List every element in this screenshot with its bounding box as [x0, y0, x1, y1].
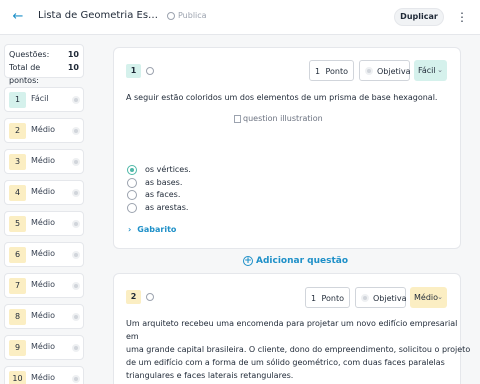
- plus-circle-icon: +: [243, 256, 253, 266]
- add-question-button[interactable]: + Adicionar questão: [243, 256, 348, 266]
- answer-option-text: os vértices.: [145, 165, 191, 174]
- radio-icon: [365, 67, 373, 75]
- question-number-badge: 4: [9, 185, 26, 201]
- radio-icon[interactable]: [127, 203, 137, 213]
- question-list-item[interactable]: 2 Médio: [4, 118, 84, 143]
- question-stem: A seguir estão coloridos um dos elemento…: [126, 93, 438, 102]
- question-list-item[interactable]: 8 Médio: [4, 304, 84, 329]
- total-points-label: Total de pontos:: [9, 63, 41, 85]
- points-field[interactable]: 1 Ponto: [309, 60, 354, 81]
- question-difficulty: Médio: [31, 342, 56, 351]
- difficulty-dropdown[interactable]: Fácil ⌄: [414, 60, 447, 81]
- answer-key-label: Gabarito: [137, 225, 177, 234]
- questions-count-label: Questões:: [9, 50, 50, 59]
- page-scrollbar[interactable]: [474, 35, 480, 384]
- status-dot-icon: [72, 220, 80, 228]
- answer-key-toggle[interactable]: › Gabarito: [128, 225, 176, 234]
- question-difficulty: Médio: [31, 311, 56, 320]
- broken-image-icon: [234, 114, 241, 123]
- question-stem-line: em: [126, 332, 139, 341]
- question-number-badge: 8: [9, 309, 26, 325]
- question-list-item[interactable]: 3 Médio: [4, 149, 84, 174]
- points-value: 1: [311, 294, 317, 303]
- question-list-item[interactable]: 4 Médio: [4, 180, 84, 205]
- status-dot-icon: [72, 375, 80, 383]
- points-unit: Ponto: [321, 294, 344, 303]
- radio-icon[interactable]: [127, 178, 137, 188]
- radio-icon[interactable]: [127, 190, 137, 200]
- visibility-status: Publica: [167, 11, 207, 20]
- top-bar: ← Lista de Geometria Espacial Publica Du…: [0, 0, 480, 35]
- more-options-icon[interactable]: ⋮: [456, 9, 468, 25]
- info-icon[interactable]: [146, 293, 154, 301]
- difficulty-dropdown[interactable]: Médio ⌄: [410, 287, 447, 308]
- question-number-badge: 7: [9, 278, 26, 294]
- question-number-badge: 1: [9, 92, 26, 108]
- status-dot-icon: [72, 189, 80, 197]
- question-difficulty: Médio: [31, 187, 56, 196]
- question-number-badge: 9: [9, 340, 26, 356]
- answer-option-text: as arestas.: [145, 203, 189, 212]
- points-field[interactable]: 1 Ponto: [305, 287, 350, 308]
- question-list-item[interactable]: 10 Médio: [4, 366, 84, 384]
- questions-count-value: 10: [67, 50, 79, 59]
- question-list-item[interactable]: 1 Fácil: [4, 87, 84, 112]
- status-dot-icon: [72, 344, 80, 352]
- question-number-badge: 5: [9, 216, 26, 232]
- question-difficulty: Médio: [31, 125, 56, 134]
- question-stem-line: de um edifício com a forma de um sólido …: [126, 358, 445, 367]
- question-difficulty: Médio: [31, 249, 56, 258]
- question-type-label: Objetiva: [373, 294, 407, 303]
- add-question-label: Adicionar questão: [256, 256, 349, 266]
- page-title: Lista de Geometria Espacial: [38, 10, 162, 21]
- back-arrow-icon[interactable]: ←: [10, 9, 26, 25]
- question-type-button[interactable]: Objetiva: [355, 287, 407, 308]
- answer-option-text: as faces.: [145, 190, 181, 199]
- question-list-item[interactable]: 9 Médio: [4, 335, 84, 360]
- globe-icon: [167, 11, 175, 20]
- question-list-item[interactable]: 5 Médio: [4, 211, 84, 236]
- question-type-label: Objetiva: [377, 67, 411, 76]
- question-stem-line: uma grande capital brasileira. O cliente…: [126, 345, 471, 354]
- status-dot-icon: [72, 313, 80, 321]
- question-difficulty: Médio: [31, 218, 56, 227]
- status-dot-icon: [72, 127, 80, 135]
- points-value: 1: [315, 67, 321, 76]
- status-dot-icon: [72, 158, 80, 166]
- status-dot-icon: [72, 282, 80, 290]
- difficulty-label: Fácil: [418, 66, 436, 75]
- question-number-badge: 6: [9, 247, 26, 263]
- info-icon[interactable]: [146, 67, 154, 75]
- question-image: question illustration: [234, 114, 323, 123]
- question-stem-line: triangulares e faces laterais retangular…: [126, 371, 294, 380]
- question-number-badge: 1: [126, 64, 141, 78]
- answer-option-text: as bases.: [145, 178, 183, 187]
- status-dot-icon: [72, 251, 80, 259]
- chevron-right-icon: ›: [128, 225, 132, 234]
- question-difficulty: Médio: [31, 156, 56, 165]
- question-difficulty: Médio: [31, 280, 56, 289]
- chevron-down-icon: ⌄: [437, 66, 443, 74]
- status-dot-icon: [72, 96, 80, 104]
- question-number-badge: 2: [9, 123, 26, 139]
- question-difficulty: Fácil: [31, 94, 49, 103]
- question-list-item[interactable]: 6 Médio: [4, 242, 84, 267]
- visibility-label: Publica: [178, 11, 207, 20]
- question-number-badge: 10: [9, 371, 26, 384]
- points-unit: Ponto: [325, 67, 348, 76]
- question-number-badge: 3: [9, 154, 26, 170]
- image-alt-text: question illustration: [243, 114, 323, 123]
- question-difficulty: Médio: [31, 373, 56, 382]
- difficulty-label: Médio: [414, 293, 439, 302]
- summary-panel: Questões: 10 Total de pontos: 10: [4, 44, 84, 85]
- chevron-down-icon: ⌄: [437, 293, 443, 301]
- radio-icon: [361, 294, 369, 302]
- question-stem-line: Um arquiteto recebeu uma encomenda para …: [126, 319, 458, 328]
- question-number-badge: 2: [126, 290, 141, 304]
- question-type-button[interactable]: Objetiva: [359, 60, 411, 81]
- total-points-value: 10: [67, 63, 79, 72]
- question-list-item[interactable]: 7 Médio: [4, 273, 84, 298]
- duplicate-button[interactable]: Duplicar: [394, 8, 444, 26]
- radio-selected-icon[interactable]: [127, 165, 137, 175]
